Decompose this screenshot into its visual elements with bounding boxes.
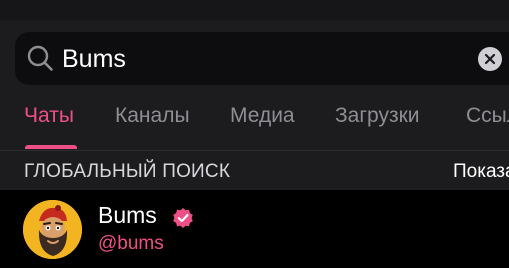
result-name: Bums (98, 202, 157, 228)
tab-links[interactable]: Ссылки (466, 104, 509, 128)
show-more-link[interactable]: Показать (453, 161, 509, 183)
active-tab-indicator (25, 145, 77, 149)
status-strip (0, 0, 509, 20)
result-handle: @bums (98, 233, 164, 254)
global-search-header: ГЛОБАЛЬНЫЙ ПОИСК Показать (0, 151, 509, 190)
tab-channels[interactable]: Каналы (115, 104, 190, 128)
search-result-row[interactable]: Bums @bums (0, 190, 509, 268)
section-title: ГЛОБАЛЬНЫЙ ПОИСК (24, 161, 231, 182)
tab-downloads[interactable]: Загрузки (335, 104, 420, 128)
bearded-man-avatar-icon (23, 200, 82, 259)
verified-icon (173, 208, 193, 228)
search-icon (27, 45, 53, 71)
clear-icon (484, 53, 496, 65)
avatar (23, 200, 82, 259)
search-tabs: Чаты Каналы Медиа Загрузки Ссылки (0, 96, 509, 150)
search-input[interactable] (62, 42, 462, 76)
clear-search-button[interactable] (478, 47, 502, 71)
tab-chats[interactable]: Чаты (24, 104, 74, 128)
tab-media[interactable]: Медиа (230, 104, 295, 128)
search-screen: Чаты Каналы Медиа Загрузки Ссылки ГЛОБАЛ… (0, 0, 509, 268)
